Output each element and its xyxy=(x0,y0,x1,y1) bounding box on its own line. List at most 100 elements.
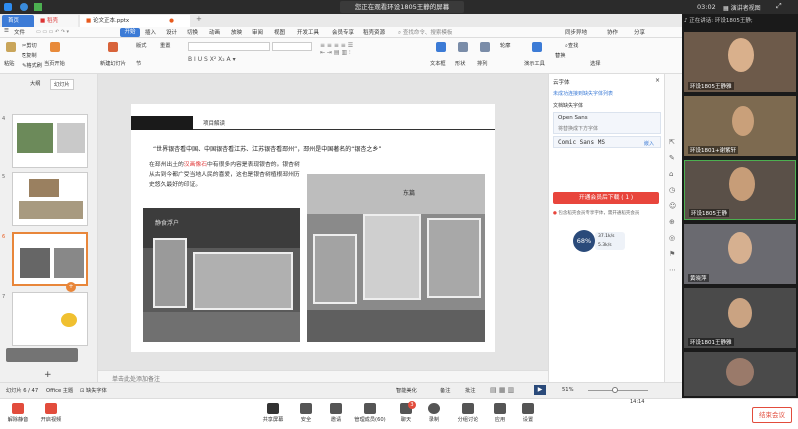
notes-toggle[interactable]: 备注 xyxy=(440,387,450,394)
panel-close-icon[interactable]: × xyxy=(655,77,660,84)
zoom-slider[interactable] xyxy=(588,387,648,393)
search-command[interactable]: ⌕ 查找命令、搜索模板 xyxy=(398,28,452,37)
collab-button[interactable]: 协作 xyxy=(607,28,618,36)
presentation-tool-icon[interactable] xyxy=(532,42,542,52)
ribbon-tab-design[interactable]: 设计 xyxy=(166,28,177,36)
view-toggle[interactable]: ▦ 演讲者视图 xyxy=(723,3,761,12)
comments-toggle[interactable]: 批注 xyxy=(465,387,475,394)
ribbon-tab-docer-resources[interactable]: 稻壳资源 xyxy=(363,28,385,36)
sidebar-tool-icons[interactable]: ⇱ ✎ ⌂ ◷ ☺ ⊕ ◎ ⚑ ⋯ xyxy=(669,134,676,278)
smart-beautify[interactable]: 智能美化 xyxy=(396,387,417,394)
chat-badge: 3 xyxy=(408,401,416,409)
layout-button[interactable]: 版式 xyxy=(136,42,146,49)
ribbon-tab-view[interactable]: 视图 xyxy=(274,28,285,36)
manage-participants-button[interactable]: 管理成员(60) xyxy=(350,403,390,423)
tab-document[interactable]: ■ 论文正本.pptx ● xyxy=(80,15,190,27)
download-fonts-button[interactable]: 开通会员后下载 ( 1 ) xyxy=(553,192,659,204)
start-video-button[interactable]: 开启视频 xyxy=(36,403,66,423)
ribbon-tab-member[interactable]: 会员专享 xyxy=(332,28,354,36)
ribbon-tab-developer[interactable]: 开发工具 xyxy=(297,28,319,36)
view-mode-icons[interactable]: ▤ ▦ ▥ xyxy=(490,386,514,394)
select-button[interactable]: 选择 xyxy=(590,60,600,67)
ribbon-tab-review[interactable]: 审阅 xyxy=(252,28,263,36)
from-current-label[interactable]: 当页开始 xyxy=(44,60,65,67)
font-list-link[interactable]: 未成功连接到缺失字体列表 xyxy=(553,90,613,97)
play-from-current-icon[interactable] xyxy=(50,42,60,52)
menu-icon[interactable]: ☰ xyxy=(4,28,9,34)
sync-button[interactable]: 同步异地 xyxy=(565,28,587,36)
breakout-button[interactable]: 分组讨论 xyxy=(452,403,484,423)
record-button[interactable]: 录制 xyxy=(422,403,446,423)
zoom-slider-thumb[interactable] xyxy=(612,387,618,393)
ribbon-tab-transition[interactable]: 切换 xyxy=(187,28,198,36)
reset-button[interactable]: 重置 xyxy=(160,42,170,49)
replace-button[interactable]: 替换 xyxy=(555,52,565,59)
textbox-label[interactable]: 文本框 xyxy=(430,60,446,67)
panel-tab-slides[interactable]: 幻灯片 xyxy=(50,79,74,90)
slide-quote: “世界银杏看中国、中国银杏看江苏、江苏银杏看邳州”，邳州是中国著名的“银杏之乡” xyxy=(153,146,382,153)
slide-thumbnail-current[interactable]: + xyxy=(12,232,88,292)
panel-tab-outline[interactable]: 大纲 xyxy=(30,80,40,87)
ribbon-tab-file[interactable]: 文件 xyxy=(14,28,25,36)
new-tab-icon[interactable]: + xyxy=(196,15,202,23)
chat-button[interactable]: 聊天 3 xyxy=(394,401,418,423)
participant-tile[interactable]: 环设1805王静雅 xyxy=(684,32,796,92)
new-slide-label[interactable]: 新建幻灯片 xyxy=(100,60,126,67)
textbox-icon[interactable] xyxy=(436,42,446,52)
new-slide-icon[interactable] xyxy=(108,42,118,52)
unmute-button[interactable]: 解除静音 xyxy=(4,403,32,423)
paste-icon[interactable] xyxy=(6,42,16,52)
copy-button[interactable]: ⎘复制 xyxy=(22,52,37,60)
slide-number: 6 xyxy=(2,234,6,240)
performance-gauge[interactable]: 68% xyxy=(573,230,595,252)
settings-button[interactable]: 设置 xyxy=(516,403,540,423)
font-size-select[interactable] xyxy=(272,42,312,51)
tab-docer[interactable]: ■ 稻壳 xyxy=(34,15,78,27)
apps-button[interactable]: 应用 xyxy=(488,403,512,423)
participant-tile[interactable]: 黄晓萍 xyxy=(684,224,796,284)
current-slide[interactable]: 项目解读 “世界银杏看中国、中国银杏看江苏、江苏银杏看邳州”，邳州是中国著名的“… xyxy=(131,104,495,352)
font-row[interactable]: Comic Sans MS 嵌入 xyxy=(553,136,661,148)
end-meeting-button[interactable]: 结束会议 xyxy=(752,407,792,423)
fullscreen-icon[interactable]: ⤢ xyxy=(776,2,782,11)
share-button[interactable]: 分享 xyxy=(634,28,645,36)
outline-button[interactable]: 轮廓 xyxy=(500,42,510,49)
find-button[interactable]: ⌕查找 xyxy=(565,42,578,50)
participant-tile-active[interactable]: 环设1805王静 xyxy=(684,160,796,220)
font-style-buttons[interactable]: B I U S X² X₂ A ▾ xyxy=(188,56,308,64)
section-button[interactable]: 节 xyxy=(136,60,141,67)
paste-label[interactable]: 粘贴 xyxy=(4,60,14,67)
participant-tile[interactable] xyxy=(684,352,796,396)
ribbon-tab-insert[interactable]: 插入 xyxy=(145,28,156,36)
shape-label[interactable]: 形状 xyxy=(455,60,465,67)
font-name-select[interactable] xyxy=(188,42,270,51)
add-slide-button[interactable]: + xyxy=(44,370,52,380)
notes-area[interactable]: 单击此处添加备注 xyxy=(98,370,548,383)
format-painter[interactable]: ✎格式刷 xyxy=(22,62,42,69)
font-row[interactable]: Open Sans 将替换成下方字体 xyxy=(553,112,661,134)
arrange-icon[interactable] xyxy=(480,42,490,52)
paragraph-controls[interactable]: ≡ ≡ ≡ ≡ ☰ ⇤ ⇥ ▤ ▥ ⫶ xyxy=(320,42,410,64)
tab-home[interactable]: 首页 xyxy=(2,15,34,27)
play-icon[interactable]: ▶ xyxy=(534,385,546,395)
slide-thumbnail[interactable] xyxy=(12,172,88,226)
ribbon-tab-start[interactable]: 开始 xyxy=(120,28,140,37)
invite-button[interactable]: 邀请 xyxy=(324,403,348,423)
missing-font-status[interactable]: ⊡ 缺失字体 xyxy=(80,387,107,394)
tab-close-icon[interactable]: ● xyxy=(169,18,174,24)
participant-tile[interactable]: 环设1801+谢紫轩 xyxy=(684,96,796,156)
slide-thumbnail[interactable] xyxy=(12,114,88,168)
add-slide-icon[interactable]: + xyxy=(66,282,76,292)
ribbon-tab-animation[interactable]: 动画 xyxy=(209,28,220,36)
share-screen-button[interactable]: 共享屏幕 xyxy=(258,403,288,423)
arrange-label[interactable]: 排列 xyxy=(477,60,487,67)
ribbon-tab-slideshow[interactable]: 放映 xyxy=(231,28,242,36)
wps-tabbar: 首页 ■ 稻壳 ■ 论文正本.pptx ● + xyxy=(0,14,682,27)
presentation-tool-label[interactable]: 演示工具 xyxy=(524,60,545,67)
slide-thumbnail[interactable] xyxy=(12,292,88,346)
embed-link[interactable]: 嵌入 xyxy=(644,140,654,147)
security-button[interactable]: 安全 xyxy=(294,403,318,423)
participant-tile[interactable]: 环设1801王静雅 xyxy=(684,288,796,348)
cut-button[interactable]: ✂剪切 xyxy=(22,42,37,49)
shape-icon[interactable] xyxy=(458,42,468,52)
